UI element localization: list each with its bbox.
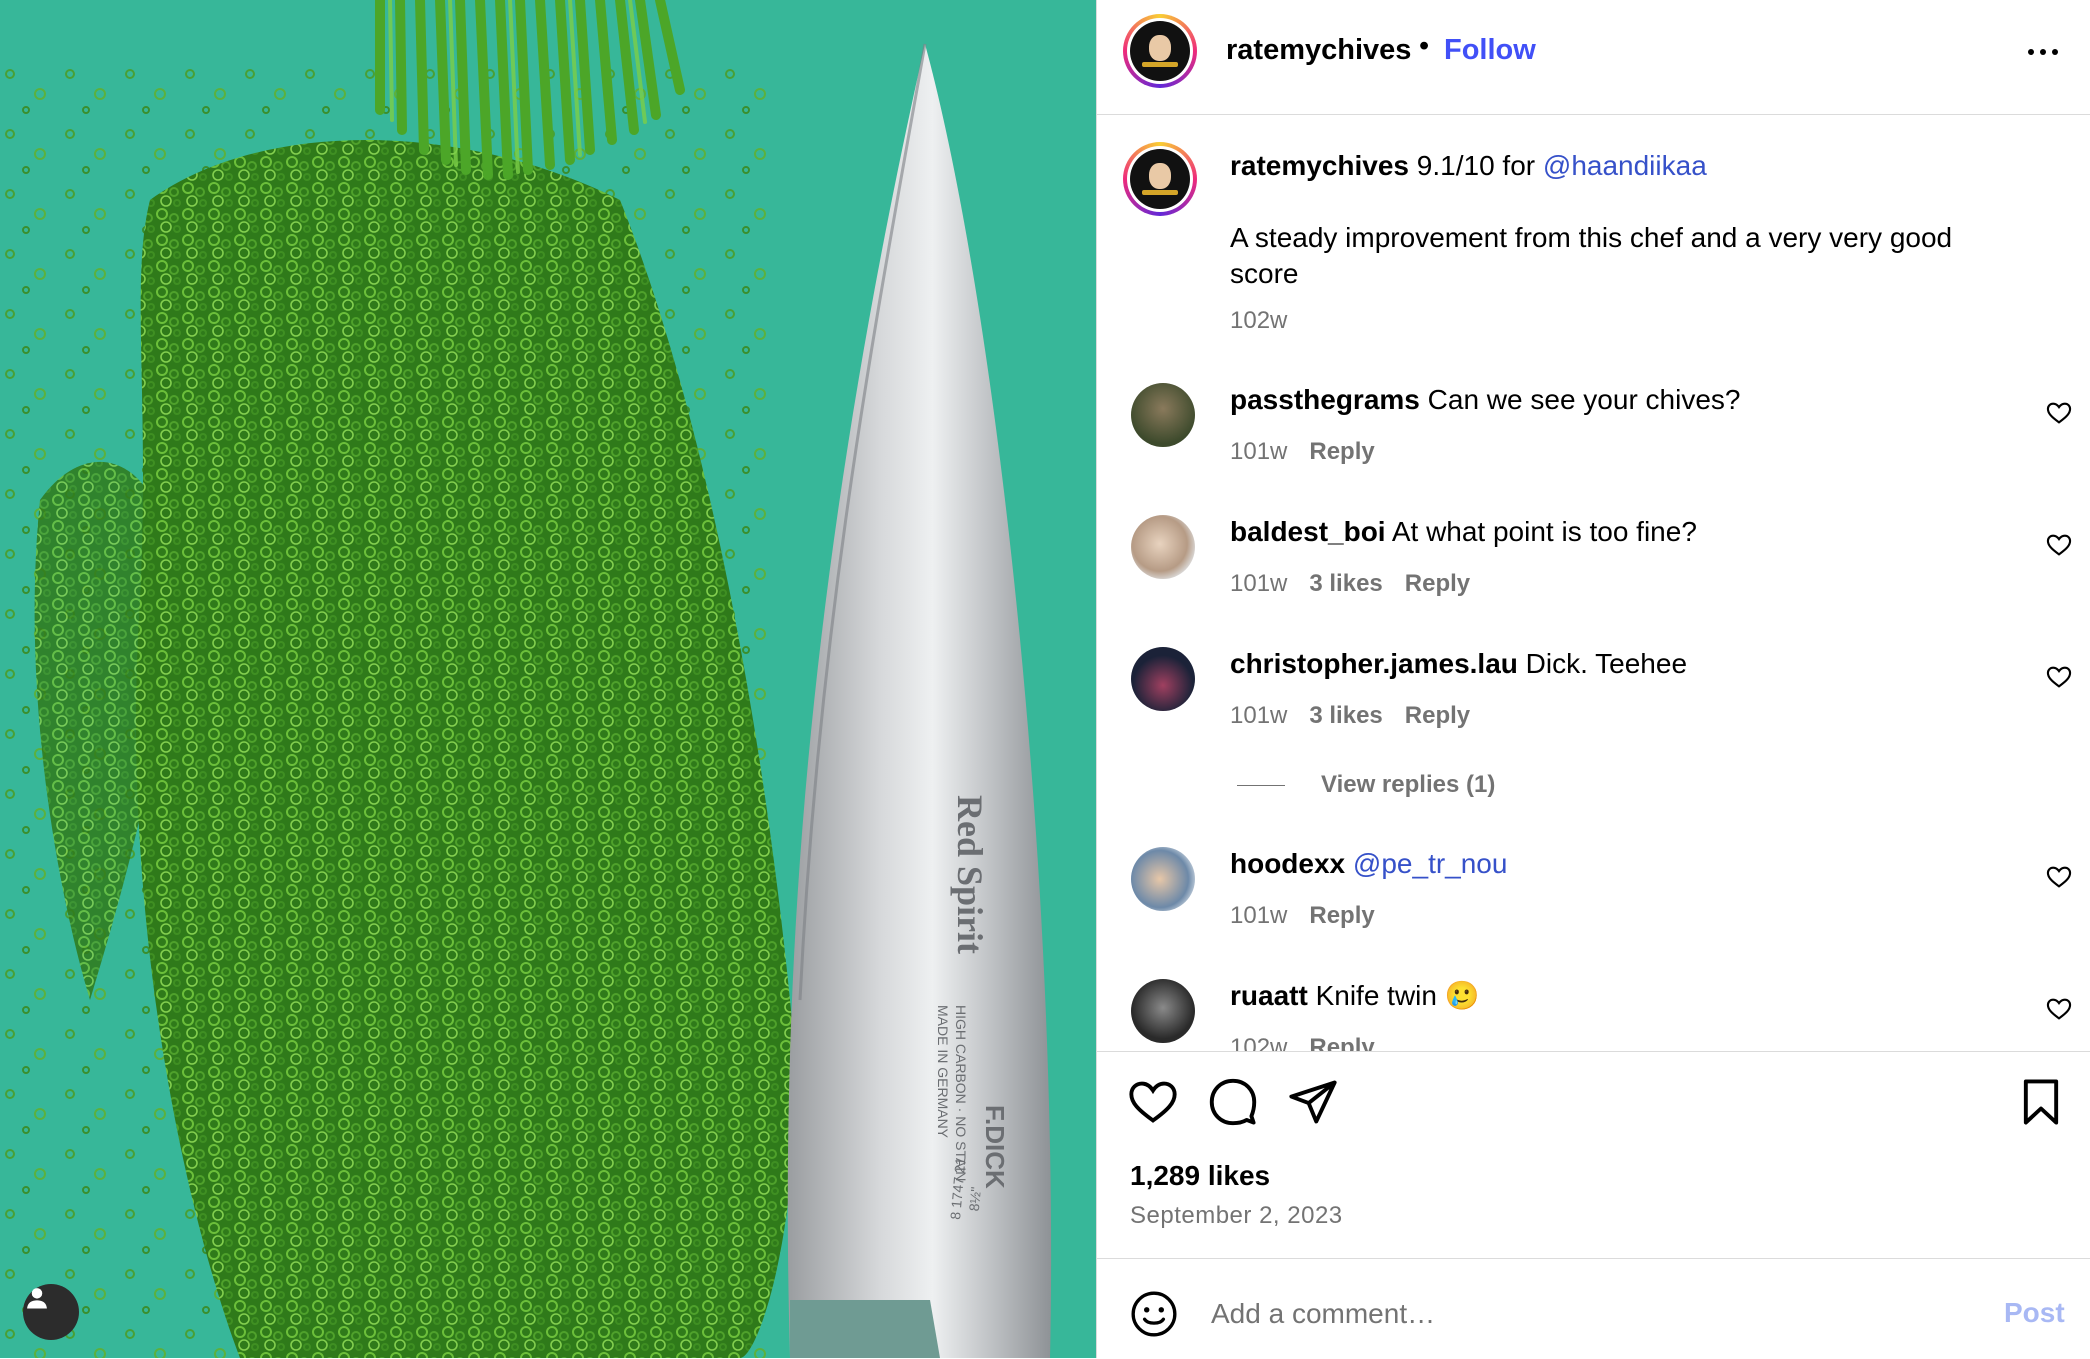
comment-time[interactable]: 101w — [1230, 570, 1287, 597]
follow-button[interactable]: Follow — [1444, 34, 1536, 67]
tagged-user-button[interactable] — [23, 1284, 79, 1340]
comment-username[interactable]: passthegrams — [1230, 384, 1420, 415]
comment-meta: 101w Reply — [1230, 902, 1375, 930]
comment-avatar[interactable] — [1131, 979, 1195, 1043]
comment-line: passthegrams Can we see your chives? — [1230, 382, 2030, 418]
reply-button[interactable]: Reply — [1309, 1034, 1374, 1051]
knife-engraving-red-spirit: Red Spirit — [950, 795, 990, 954]
reply-button[interactable]: Reply — [1309, 438, 1374, 465]
comment-username[interactable]: hoodexx — [1230, 848, 1345, 879]
add-comment-bar: Post — [1097, 1258, 2090, 1359]
comment-time[interactable]: 101w — [1230, 438, 1287, 465]
caption-line: ratemychives 9.1/10 for @haandiikaa — [1230, 148, 2030, 184]
comment-likes[interactable]: 3 likes — [1309, 702, 1382, 729]
author-username[interactable]: ratemychives — [1226, 34, 1411, 67]
caption-username[interactable]: ratemychives — [1230, 150, 1409, 181]
caption-body: A steady improvement from this chef and … — [1230, 222, 1953, 289]
emoji-smiley-icon[interactable] — [1129, 1289, 1179, 1339]
comment-time[interactable]: 101w — [1230, 902, 1287, 929]
post-header: ratemychives • Follow — [1097, 0, 2090, 115]
reply-button[interactable]: Reply — [1405, 570, 1470, 597]
like-comment-heart-icon[interactable] — [2045, 663, 2073, 691]
reply-button[interactable]: Reply — [1405, 702, 1470, 729]
comment-text: Can we see your chives? — [1427, 384, 1741, 415]
post-actions: 1,289 likes September 2, 2023 — [1097, 1051, 2090, 1259]
like-comment-heart-icon[interactable] — [2045, 995, 2073, 1023]
caption-text: 9.1/10 for — [1416, 150, 1536, 181]
comment-avatar[interactable] — [1131, 647, 1195, 711]
comment-meta: 101w Reply — [1230, 438, 1375, 466]
reply-button[interactable]: Reply — [1309, 902, 1374, 929]
comment-mention[interactable]: @pe_tr_nou — [1353, 848, 1508, 879]
caption-time[interactable]: 102w — [1230, 307, 1287, 335]
caption-avatar[interactable] — [1123, 142, 1197, 216]
like-comment-heart-icon[interactable] — [2045, 863, 2073, 891]
post-date[interactable]: September 2, 2023 — [1130, 1202, 1343, 1230]
comment-username[interactable]: christopher.james.lau — [1230, 648, 1518, 679]
knife-engraving-made-in: MADE IN GERMANY — [935, 1005, 951, 1139]
separator-dot: • — [1419, 30, 1430, 62]
comment-likes[interactable]: 3 likes — [1309, 570, 1382, 597]
person-icon — [27, 1288, 47, 1309]
comment-username[interactable]: baldest_boi — [1230, 516, 1386, 547]
replies-divider — [1237, 785, 1285, 787]
author-avatar[interactable] — [1123, 14, 1197, 88]
like-heart-icon[interactable] — [1127, 1076, 1179, 1128]
comment-text: Dick. Teehee — [1525, 648, 1688, 679]
comment-avatar[interactable] — [1131, 383, 1195, 447]
knife-engraving-size: 8½" — [966, 1186, 984, 1212]
knife-engraving-brand: F.DICK — [980, 1105, 1010, 1189]
comment-line: baldest_boi At what point is too fine? — [1230, 514, 2030, 550]
comment-line: ruaatt Knife twin 🥲 — [1230, 978, 2030, 1014]
comment-avatar[interactable] — [1131, 847, 1195, 911]
like-comment-heart-icon[interactable] — [2045, 399, 2073, 427]
likes-count[interactable]: 1,289 likes — [1130, 1160, 1270, 1192]
comment-time[interactable]: 101w — [1230, 702, 1287, 729]
chives-and-knife-photo: Red Spirit F.DICK HIGH CARBON · NO STAIN… — [0, 0, 1096, 1358]
comment-line: christopher.james.lau Dick. Teehee — [1230, 646, 2030, 682]
post-details-panel: ratemychives • Follow ratemychives 9.1/1… — [1096, 0, 2090, 1358]
comment-text: Knife twin 🥲 — [1315, 980, 1480, 1011]
like-comment-heart-icon[interactable] — [2045, 531, 2073, 559]
comment-username[interactable]: ruaatt — [1230, 980, 1308, 1011]
knife-engraving-high-carbon: HIGH CARBON · NO STAIN — [953, 1005, 969, 1181]
caption-mention[interactable]: @haandiikaa — [1543, 150, 1707, 181]
post-image[interactable]: Red Spirit F.DICK HIGH CARBON · NO STAIN… — [0, 0, 1096, 1358]
comment-meta: 101w 3 likes Reply — [1230, 702, 1470, 730]
comment-avatar[interactable] — [1131, 515, 1195, 579]
more-options-icon[interactable] — [2023, 32, 2063, 72]
comment-input[interactable] — [1209, 1289, 1913, 1339]
post-comment-button[interactable]: Post — [2004, 1297, 2065, 1329]
comment-meta: 101w 3 likes Reply — [1230, 570, 1470, 598]
comment-text: At what point is too fine? — [1391, 516, 1697, 547]
comment-meta: 102w Reply — [1230, 1034, 1375, 1051]
view-replies-label: View replies (1) — [1321, 771, 1496, 798]
comment-time[interactable]: 102w — [1230, 1034, 1287, 1051]
save-bookmark-icon[interactable] — [2015, 1076, 2067, 1128]
comments-list[interactable]: ratemychives 9.1/10 for @haandiikaa A st… — [1097, 115, 2090, 1051]
view-replies-button[interactable]: View replies (1) — [1237, 771, 1495, 799]
comment-line: hoodexx @pe_tr_nou — [1230, 846, 2030, 882]
comment-bubble-icon[interactable] — [1207, 1076, 1259, 1128]
share-paper-plane-icon[interactable] — [1287, 1076, 1339, 1128]
